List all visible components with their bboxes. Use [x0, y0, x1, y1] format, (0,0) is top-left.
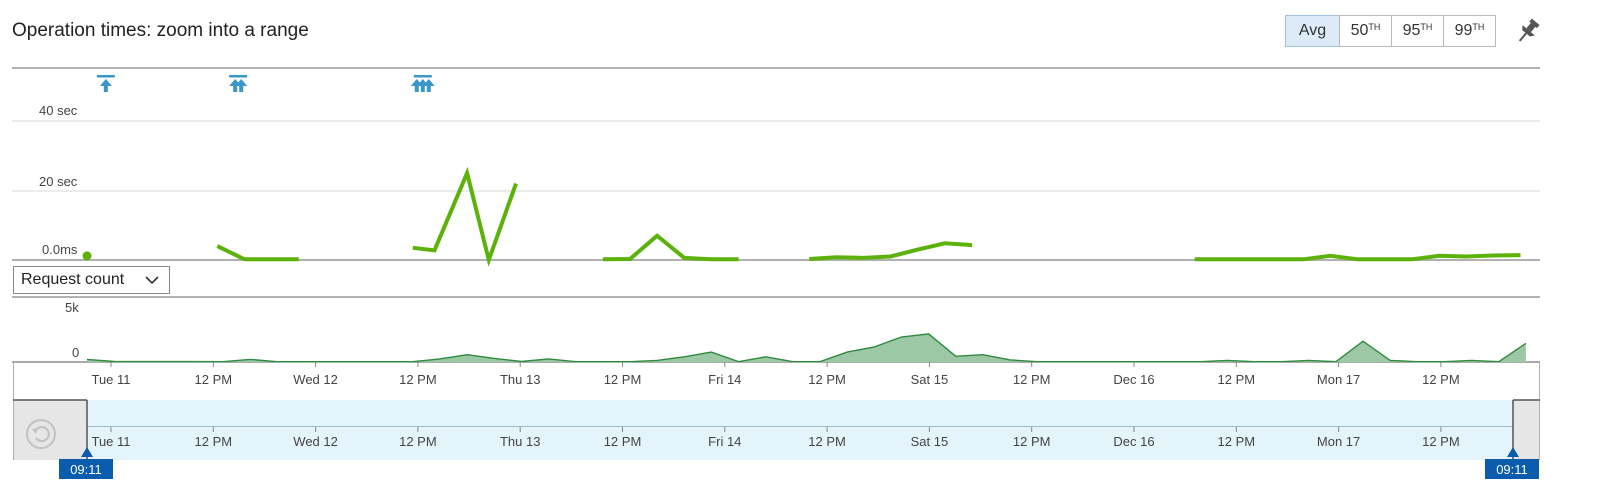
y-axis-label-0: 0.0ms	[42, 242, 78, 257]
series-point	[82, 251, 92, 261]
deployment-marker-icon[interactable]	[96, 75, 115, 92]
y-axis-label-20: 20 sec	[39, 174, 78, 189]
metric-dropdown-value: Request count	[21, 271, 125, 288]
deployment-marker-icon[interactable]	[229, 75, 248, 92]
deployment-marker-icon[interactable]	[410, 75, 435, 92]
request-count-line	[86, 333, 1527, 363]
series-line-segment	[602, 233, 739, 262]
brush-selection[interactable]	[87, 400, 1513, 460]
brush-excluded-right	[1513, 400, 1539, 460]
area-y-label-0: 0	[72, 345, 79, 360]
chevron-down-icon	[145, 276, 159, 285]
brush-end-time: 09:11	[1485, 459, 1539, 479]
series-line-segment	[809, 241, 973, 261]
metric-dropdown[interactable]: Request count	[13, 266, 170, 294]
brush-start-time: 09:11	[59, 459, 113, 479]
series-line-segment	[1194, 253, 1521, 262]
y-axis-label-40: 40 sec	[39, 103, 78, 118]
series-line-segment	[412, 166, 518, 267]
reset-zoom-icon[interactable]	[25, 418, 57, 450]
area-y-label-5k: 5k	[65, 300, 79, 315]
series-line-segment	[216, 244, 299, 262]
brush-series-line	[87, 426, 1513, 427]
request-count-area	[87, 333, 1526, 362]
